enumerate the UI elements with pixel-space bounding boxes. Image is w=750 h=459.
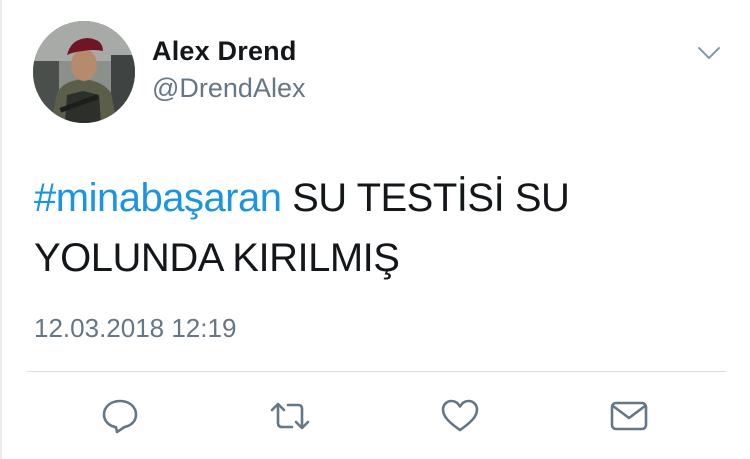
retweet-button[interactable]: [270, 396, 310, 436]
envelope-icon: [610, 401, 648, 431]
author-display-name[interactable]: Alex Drend: [152, 36, 297, 67]
reply-icon: [102, 399, 138, 434]
heart-icon: [441, 399, 479, 432]
avatar[interactable]: [33, 21, 135, 123]
tweet-timestamp[interactable]: 12.03.2018 12:19: [34, 313, 236, 344]
tweet-menu-button[interactable]: [694, 40, 724, 66]
tweet-text: #minabaşaran SU TESTİSİ SU YOLUNDA KIRIL…: [34, 168, 694, 288]
left-border: [0, 0, 2, 459]
hashtag-link[interactable]: #minabaşaran: [34, 176, 282, 220]
divider: [27, 371, 726, 372]
author-handle[interactable]: @DrendAlex: [152, 73, 305, 104]
retweet-icon: [270, 402, 310, 430]
like-button[interactable]: [440, 396, 480, 436]
direct-message-button[interactable]: [609, 396, 649, 436]
avatar-photo: [33, 21, 135, 123]
chevron-down-icon: [698, 47, 720, 59]
reply-button[interactable]: [100, 396, 140, 436]
